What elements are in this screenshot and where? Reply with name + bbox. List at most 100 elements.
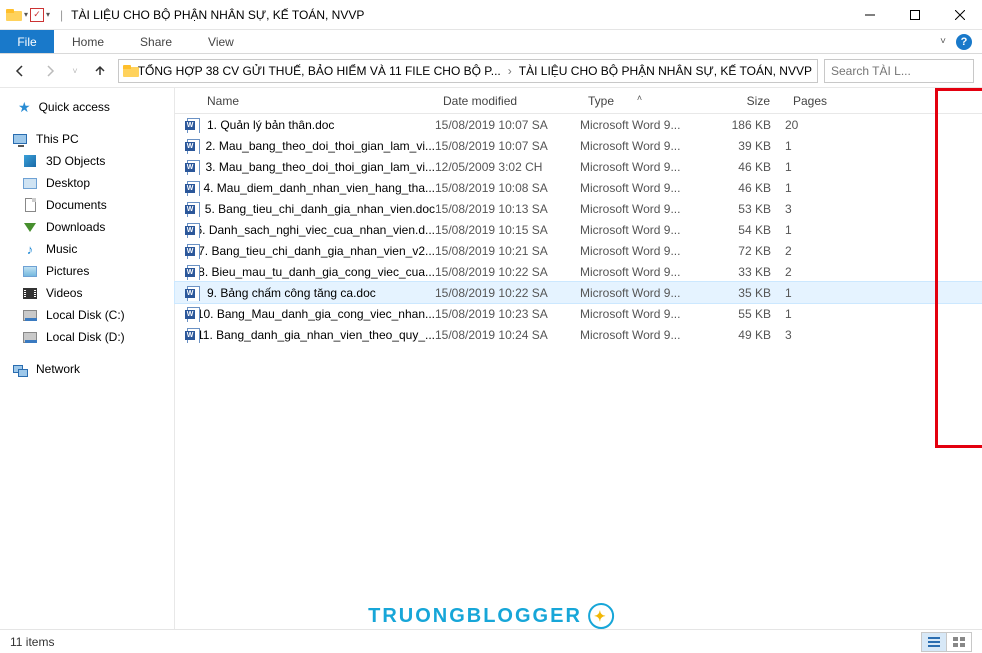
file-date: 15/08/2019 10:15 SA: [435, 223, 580, 237]
view-tab[interactable]: View: [190, 30, 252, 53]
qat-properties-icon[interactable]: ✓: [30, 8, 44, 22]
monitor-icon: [12, 131, 28, 147]
sidebar-label: This PC: [36, 132, 79, 146]
navigation-pane: ★ Quick access This PC 3D Objects Deskto…: [0, 88, 175, 629]
share-tab[interactable]: Share: [122, 30, 190, 53]
column-pages[interactable]: Pages: [785, 94, 859, 108]
sidebar-item-pictures[interactable]: Pictures: [0, 260, 174, 282]
breadcrumb-2[interactable]: TÀI LIỆU CHO BỘ PHẬN NHÂN SỰ, KẾ TOÁN, N…: [519, 64, 812, 78]
file-size: 39 KB: [700, 139, 785, 153]
chevron-right-icon[interactable]: ›: [505, 64, 515, 78]
forward-button[interactable]: [38, 59, 62, 83]
window-title: TÀI LIỆU CHO BỘ PHẬN NHÂN SỰ, KẾ TOÁN, N…: [67, 8, 847, 22]
file-row[interactable]: 11. Bang_danh_gia_nhan_vien_theo_quy_...…: [175, 324, 982, 345]
recent-dropdown-icon[interactable]: ˅: [68, 59, 82, 83]
file-date: 15/08/2019 10:21 SA: [435, 244, 580, 258]
sidebar-label: Quick access: [39, 100, 110, 114]
qat-dropdown2-icon[interactable]: ▾: [46, 10, 50, 19]
sidebar-item-documents[interactable]: Documents: [0, 194, 174, 216]
file-row[interactable]: 1. Quản lý bản thân.doc15/08/2019 10:07 …: [175, 114, 982, 135]
qat-dropdown-icon[interactable]: ▾: [24, 10, 28, 19]
file-row[interactable]: 8. Bieu_mau_tu_danh_gia_cong_viec_cua...…: [175, 261, 982, 282]
file-row[interactable]: 9. Bảng chấm công tăng ca.doc15/08/2019 …: [175, 282, 982, 303]
file-row[interactable]: 3. Mau_bang_theo_doi_thoi_gian_lam_vi...…: [175, 156, 982, 177]
file-date: 15/08/2019 10:08 SA: [435, 181, 580, 195]
file-pages: 20: [785, 118, 859, 132]
file-date: 15/08/2019 10:24 SA: [435, 328, 580, 342]
file-name: 7. Bang_tieu_chi_danh_gia_nhan_vien_v2..…: [198, 244, 435, 258]
sidebar-network[interactable]: Network: [0, 358, 174, 380]
sidebar-item-label: Local Disk (C:): [46, 308, 125, 322]
column-type[interactable]: ˄ Type: [580, 94, 700, 108]
ribbon-expand-icon[interactable]: ˅: [940, 36, 946, 47]
file-tab[interactable]: File: [0, 30, 54, 53]
column-size[interactable]: Size: [700, 94, 785, 108]
sidebar-label: Network: [36, 362, 80, 376]
back-button[interactable]: [8, 59, 32, 83]
file-pages: 3: [785, 328, 859, 342]
word-doc-icon: [185, 138, 199, 154]
search-box[interactable]: [824, 59, 974, 83]
file-row[interactable]: 4. Mau_diem_danh_nhan_vien_hang_tha...15…: [175, 177, 982, 198]
file-pages: 1: [785, 307, 859, 321]
file-pages: 1: [785, 223, 859, 237]
column-name[interactable]: Name: [175, 94, 435, 108]
file-size: 53 KB: [700, 202, 785, 216]
file-name: 9. Bảng chấm công tăng ca.doc: [207, 286, 376, 300]
search-input[interactable]: [831, 64, 982, 78]
sidebar-item-downloads[interactable]: Downloads: [0, 216, 174, 238]
nav-bar: ˅ « TỔNG HỢP 38 CV GỬI THUẾ, BẢO HIỂM VÀ…: [0, 54, 982, 88]
column-date[interactable]: Date modified: [435, 94, 580, 108]
sidebar-item-desktop[interactable]: Desktop: [0, 172, 174, 194]
close-button[interactable]: [937, 0, 982, 30]
file-row[interactable]: 6. Danh_sach_nghi_viec_cua_nhan_vien.d..…: [175, 219, 982, 240]
sidebar-item-local-disk-c[interactable]: Local Disk (C:): [0, 304, 174, 326]
address-dropdown-icon[interactable]: ˅: [816, 66, 818, 76]
up-button[interactable]: [88, 59, 112, 83]
file-size: 186 KB: [700, 118, 785, 132]
file-row[interactable]: 7. Bang_tieu_chi_danh_gia_nhan_vien_v2..…: [175, 240, 982, 261]
file-type: Microsoft Word 9...: [580, 118, 700, 132]
word-doc-icon: [185, 159, 199, 175]
sidebar-item-music[interactable]: ♪ Music: [0, 238, 174, 260]
music-icon: ♪: [22, 241, 38, 257]
help-icon[interactable]: ?: [956, 34, 972, 50]
maximize-button[interactable]: [892, 0, 937, 30]
file-name: 10. Bang_Mau_danh_gia_cong_viec_nhan...: [197, 307, 435, 321]
file-type: Microsoft Word 9...: [580, 160, 700, 174]
network-icon: [12, 361, 28, 377]
file-pages: 1: [785, 286, 859, 300]
file-type: Microsoft Word 9...: [580, 328, 700, 342]
disk-icon: [22, 329, 38, 345]
file-row[interactable]: 2. Mau_bang_theo_doi_thoi_gian_lam_vi...…: [175, 135, 982, 156]
word-doc-icon: [185, 264, 192, 280]
sidebar-item-label: 3D Objects: [46, 154, 105, 168]
status-item-count: 11 items: [10, 635, 54, 649]
minimize-button[interactable]: [847, 0, 892, 30]
file-pages: 3: [785, 202, 859, 216]
file-pages: 2: [785, 265, 859, 279]
file-date: 15/08/2019 10:22 SA: [435, 265, 580, 279]
file-type: Microsoft Word 9...: [580, 223, 700, 237]
file-date: 15/08/2019 10:23 SA: [435, 307, 580, 321]
breadcrumb-1[interactable]: TỔNG HỢP 38 CV GỬI THUẾ, BẢO HIỂM VÀ 11 …: [138, 64, 501, 78]
sidebar-item-3d-objects[interactable]: 3D Objects: [0, 150, 174, 172]
file-pages: 2: [785, 244, 859, 258]
title-bar: ▾ ✓ ▾ | TÀI LIỆU CHO BỘ PHẬN NHÂN SỰ, KẾ…: [0, 0, 982, 30]
watermark-text: TRUONGBLOGGER: [368, 605, 582, 628]
sidebar-item-label: Pictures: [46, 264, 89, 278]
sidebar-item-videos[interactable]: Videos: [0, 282, 174, 304]
file-row[interactable]: 10. Bang_Mau_danh_gia_cong_viec_nhan...1…: [175, 303, 982, 324]
file-type: Microsoft Word 9...: [580, 286, 700, 300]
file-date: 15/08/2019 10:13 SA: [435, 202, 580, 216]
view-large-button[interactable]: [946, 632, 972, 652]
address-bar[interactable]: « TỔNG HỢP 38 CV GỬI THUẾ, BẢO HIỂM VÀ 1…: [118, 59, 818, 83]
sidebar-quick-access[interactable]: ★ Quick access: [0, 96, 174, 118]
sidebar-this-pc[interactable]: This PC: [0, 128, 174, 150]
view-details-button[interactable]: [921, 632, 947, 652]
file-row[interactable]: 5. Bang_tieu_chi_danh_gia_nhan_vien.doc1…: [175, 198, 982, 219]
sidebar-item-local-disk-d[interactable]: Local Disk (D:): [0, 326, 174, 348]
home-tab[interactable]: Home: [54, 30, 122, 53]
column-headers: Name Date modified ˄ Type Size Pages: [175, 88, 982, 114]
sidebar-item-label: Downloads: [46, 220, 105, 234]
